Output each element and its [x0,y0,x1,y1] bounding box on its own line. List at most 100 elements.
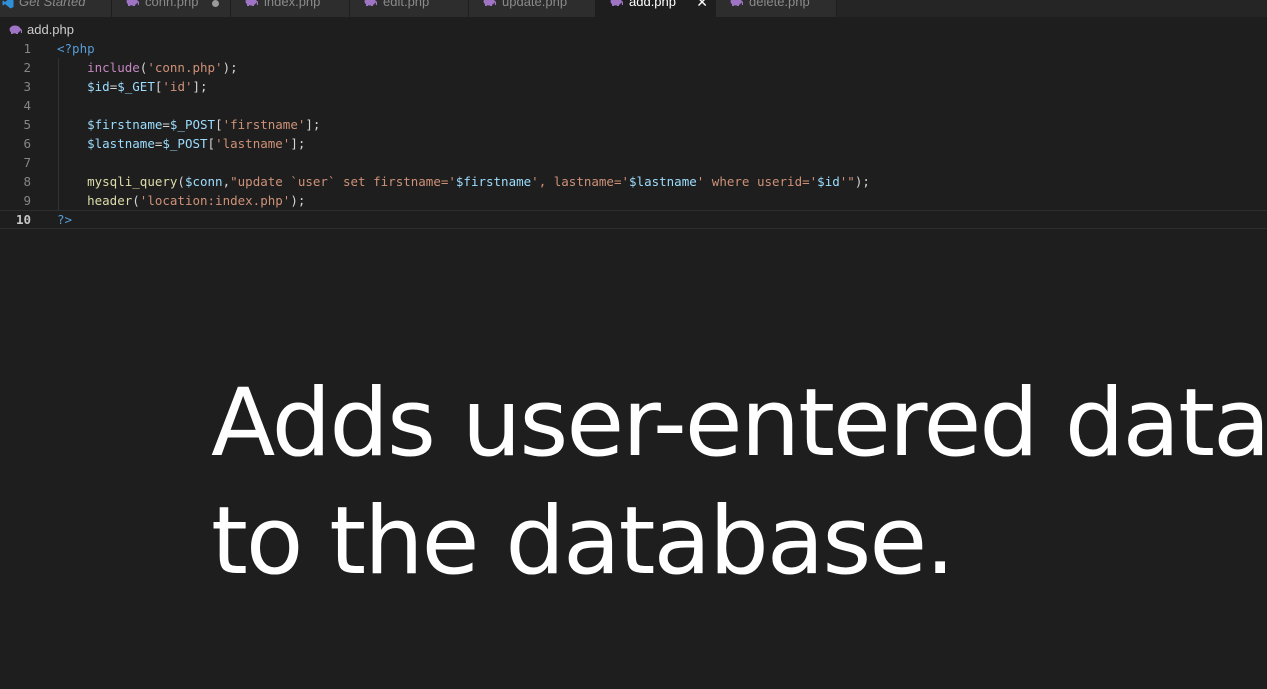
php-elephant-icon [9,25,22,34]
code-token: $firstname [455,174,532,189]
code-line[interactable]: 1 <?php [0,39,1267,58]
breadcrumb: add.php [0,19,1267,39]
php-elephant-icon [126,0,139,6]
line-number: 2 [23,60,31,75]
code-editor[interactable]: 1 <?php 2 include('conn.php'); 3 $id=$_GET[… [0,39,1267,229]
code-token: 'firstname' [222,117,306,132]
php-elephant-icon [730,0,743,6]
indent-guide [58,153,59,172]
code-line[interactable]: 5 $firstname=$_POST['firstname']; [0,115,1267,134]
line-number: 10 [15,212,31,227]
editor-window: Get Started conn.php index.php edit.php upda… [0,0,1267,689]
line-number: 6 [23,136,31,151]
code-token: ' where userid=' [696,174,818,189]
code-line[interactable]: 6 $lastname=$_POST['lastname']; [0,134,1267,153]
code-token: ); [290,193,306,208]
code-text: header('location:index.php'); [57,191,305,210]
code-token: $_POST [162,136,208,151]
code-text: mysqli_query($conn,"update `user` set fi… [57,172,870,191]
vscode-icon [2,0,14,8]
code-token: $firstname [87,117,163,132]
code-token: 'conn.php' [147,60,223,75]
code-token: header [87,193,133,208]
tab-add-php[interactable]: add.php ✕ [596,0,716,17]
code-line[interactable]: 9 header('location:index.php'); [0,191,1267,210]
php-elephant-icon [483,0,496,6]
code-token: include [87,60,140,75]
tab-get-started[interactable]: Get Started [0,0,112,17]
tab-conn-php[interactable]: conn.php [112,0,231,17]
code-text: <?php [57,39,95,58]
code-token: <?php [57,41,95,56]
breadcrumb-file-label: add.php [27,21,74,37]
code-token: 'id' [162,79,193,94]
tab-label: update.php [502,0,568,9]
code-token: mysqli_query [87,174,178,189]
code-token: ', lastname=' [531,174,630,189]
tab-label: Get Started [19,0,86,9]
code-token: ]; [192,79,208,94]
code-token: 'location:index.php' [139,193,291,208]
code-token: $lastname [87,136,155,151]
code-text: $lastname=$_POST['lastname']; [57,134,305,153]
line-number: 1 [23,41,31,56]
tab-label: delete.php [749,0,810,9]
caption-overlay: Adds user-entered data to the database. [211,365,1267,601]
code-text: $firstname=$_POST['firstname']; [57,115,320,134]
code-token: "update `user` set firstname=' [230,174,456,189]
unsaved-dot-icon[interactable] [212,0,219,7]
code-token: $id [87,79,110,94]
tab-delete-php[interactable]: delete.php [716,0,837,17]
code-token: ?> [57,212,73,227]
code-token: [ [215,117,223,132]
code-token: = [162,117,170,132]
code-line[interactable]: 8 mysqli_query($conn,"update `user` set … [0,172,1267,191]
code-token: [ [207,136,216,151]
php-elephant-icon [364,0,377,6]
code-line[interactable]: 4 [0,96,1267,115]
code-token: $_GET [117,79,155,94]
caption-line-2: to the database. [211,487,955,596]
tab-label: edit.php [383,0,430,9]
code-token: $id [817,174,840,189]
line-number: 3 [23,79,31,94]
code-text: $id=$_GET['id']; [57,77,208,96]
tab-edit-php[interactable]: edit.php [350,0,469,17]
code-line[interactable]: 3 $id=$_GET['id']; [0,77,1267,96]
code-token: ); [222,60,238,75]
tab-label: index.php [264,0,321,9]
line-number: 9 [23,193,31,208]
code-text: include('conn.php'); [57,58,238,77]
code-line[interactable]: 2 include('conn.php'); [0,58,1267,77]
code-token: '" [839,174,855,189]
tab-label: add.php [629,0,676,9]
code-token: ]; [290,136,306,151]
code-token: ( [132,193,140,208]
code-token: ); [854,174,870,189]
tab-index-php[interactable]: index.php [231,0,350,17]
close-icon[interactable]: ✕ [696,0,708,11]
code-token: $lastname [629,174,697,189]
line-number: 8 [23,174,31,189]
line-number: 4 [23,98,31,113]
code-token: ( [177,174,185,189]
tab-label: conn.php [145,0,199,9]
code-line[interactable]: 10 ?> [0,210,1267,229]
indent-guide [58,96,59,115]
code-text: ?> [57,211,72,228]
breadcrumb-file[interactable]: add.php [9,22,74,37]
code-token: $_POST [169,117,216,132]
line-number: 7 [23,155,31,170]
tab-update-php[interactable]: update.php [469,0,596,17]
caption-line-1: Adds user-entered data [211,369,1267,478]
code-token: ]; [305,117,321,132]
tab-bar: Get Started conn.php index.php edit.php upda… [0,0,1267,17]
line-number: 5 [23,117,31,132]
code-line[interactable]: 7 [0,153,1267,172]
